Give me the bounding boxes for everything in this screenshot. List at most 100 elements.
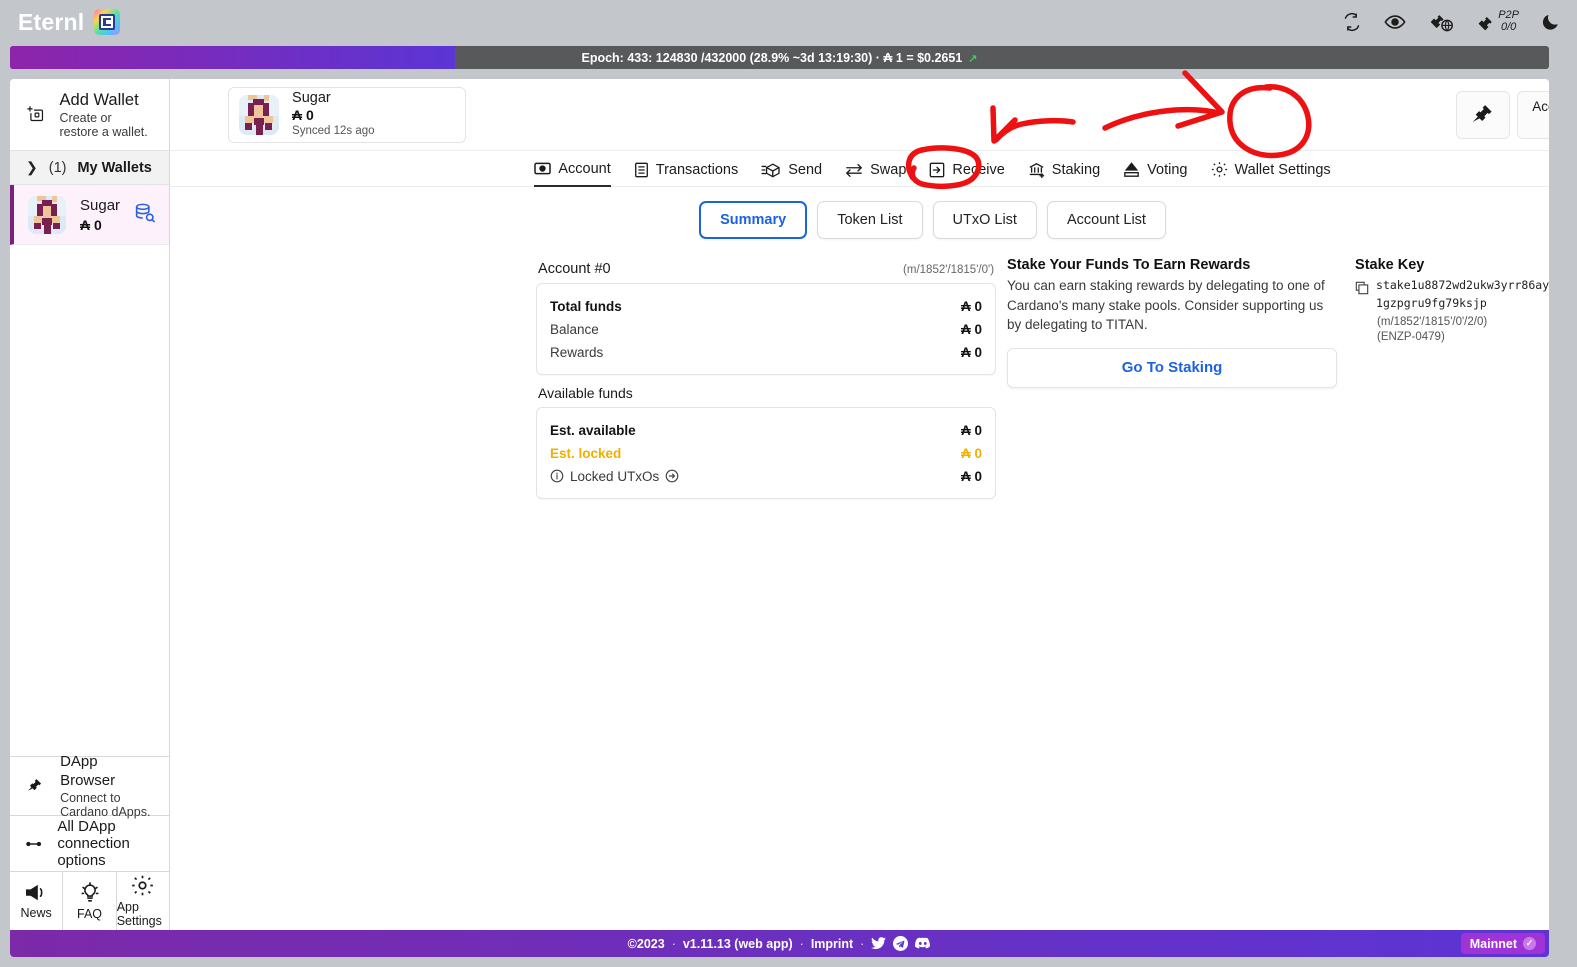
discord-icon[interactable] [915,937,931,950]
twitter-icon[interactable] [871,937,887,950]
rewards-value: ₳ 0 [961,344,983,360]
sidebar-tab-app-settings-label: App Settings [116,900,162,928]
my-wallets-count: (1) [48,159,67,176]
staking-promo-heading: Stake Your Funds To Earn Rewards [1007,257,1251,273]
add-wallet-icon [27,105,44,121]
subtab-summary[interactable]: Summary [699,201,808,239]
app-root: Eternl P2P 0/0 Epoch: 433: 124830 /43200… [0,0,1577,967]
main-nav: Account Transactions Send Swap Receive S… [170,151,1549,187]
dapp-browser-text: DApp Browser Connect to Cardano dApps. [60,753,153,820]
stake-key-value[interactable]: stake1u8872wd2ukw3yrr86ayftrxag69273y4fc… [1376,277,1549,313]
footer-sep-1: · [671,936,676,951]
est-available-row: Est. available ₳ 0 [550,420,982,440]
avatar [239,94,280,135]
nav-item-account[interactable]: Account [534,151,611,187]
footer-bar: ©2023 · v1.11.13 (web app) · Imprint · M… [10,930,1549,957]
stake-key-column: Stake Key stake1u8872wd2ukw3yrr86ayftrxa… [1355,257,1549,499]
eye-icon[interactable] [1384,11,1406,33]
gear-icon [1211,162,1227,177]
epoch-progress-bar[interactable]: Epoch: 433: 124830 /432000 (28.9% ~3d 13… [10,46,1549,69]
copy-icon [1355,281,1369,295]
account-selector-button[interactable]: Account #0 ₳ 0 [1517,90,1549,139]
staking-promo-body: You can earn staking rewards by delegati… [1007,278,1325,333]
sidebar-add-wallet[interactable]: Add Wallet Create or restore a wallet. [10,79,170,151]
dapp-connect-button[interactable] [1456,90,1511,139]
app-shell: Add Wallet Create or restore a wallet. ❯… [10,79,1549,930]
available-funds-label: Available funds [538,385,633,401]
megaphone-icon [26,884,43,900]
subtab-account-list[interactable]: Account List [1046,201,1166,239]
sidebar-tab-faq[interactable]: FAQ [63,872,117,930]
send-icon [761,162,780,177]
stake-key-short-id: (ENZP-0479) [1377,330,1445,343]
stake-key-heading: Stake Key [1355,257,1425,273]
est-available-label: Est. available [550,422,636,438]
sidebar-tab-news[interactable]: News [10,872,64,930]
gear-icon [132,875,154,896]
receive-icon [930,162,945,177]
nav-item-voting[interactable]: Voting [1123,151,1188,187]
check-icon: ✓ [1523,937,1536,950]
nav-item-receive[interactable]: Receive [929,151,1005,187]
connection-icon [26,841,42,846]
plug-icon [27,779,42,791]
add-wallet-subtitle: Create or restore a wallet. [59,111,148,140]
active-wallet-card[interactable]: Sugar ₳ 0 Synced 12s ago [228,86,467,143]
subtab-utxo-list[interactable]: UTxO List [932,201,1037,239]
wallet-db-icon[interactable] [134,202,155,228]
go-to-staking-button[interactable]: Go To Staking [1007,347,1338,388]
locked-utxos-row[interactable]: Locked UTxOs ₳ 0 [550,466,982,486]
main-header-actions: Account #0 ₳ 0 Buy ADA [1456,90,1549,139]
info-icon [550,469,564,483]
total-funds-label: Total funds [550,298,622,314]
stake-key-row: stake1u8872wd2ukw3yrr86ayftrxag69273y4fc… [1355,277,1549,313]
sidebar-tab-app-settings[interactable]: App Settings [117,872,169,930]
sync-icon[interactable] [1342,12,1362,32]
telegram-icon[interactable] [893,936,909,951]
sidebar-bottom-tabs: News FAQ App Settings [10,872,169,930]
sidebar-dapp-connection-options[interactable]: All DApp connection options [10,816,170,872]
total-funds-row: Total funds ₳ 0 [550,296,982,316]
sidebar-wallet-info: Sugar ₳ 0 [80,197,120,233]
sparkline-icon: ↗ [968,52,978,65]
footer-imprint-link[interactable]: Imprint [811,937,853,951]
sidebar-wallet-item-sugar[interactable]: Sugar ₳ 0 [10,185,170,245]
sidebar-my-wallets-header[interactable]: ❯ (1) My Wallets [10,151,170,185]
footer-sep-3: · [860,936,865,951]
nav-item-transactions[interactable]: Transactions [634,151,738,187]
my-wallets-label: My Wallets [77,159,152,176]
nav-item-staking[interactable]: Staking [1028,151,1100,187]
est-locked-label: Est. locked [550,445,622,461]
nav-item-staking-label: Staking [1051,161,1101,178]
network-badge-label: Mainnet [1469,936,1517,951]
subtab-token-list[interactable]: Token List [817,201,923,239]
main-panel: Sugar ₳ 0 Synced 12s ago Account #0 ₳ 0 [170,79,1549,930]
nav-item-send[interactable]: Send [761,151,822,187]
dark-mode-icon[interactable] [1541,12,1561,32]
nav-item-receive-label: Receive [952,161,1005,178]
nav-item-wallet-settings[interactable]: Wallet Settings [1211,151,1331,187]
top-bar-icons: P2P 0/0 [1342,10,1561,33]
sidebar-dapp-browser[interactable]: DApp Browser Connect to Cardano dApps. [10,753,170,819]
eternl-logo-icon [94,9,121,35]
sidebar: Add Wallet Create or restore a wallet. ❯… [10,79,171,930]
transactions-icon [634,162,648,177]
est-available-value: ₳ 0 [961,422,983,438]
p2p-icon[interactable]: P2P 0/0 [1476,10,1519,33]
main-header: Sugar ₳ 0 Synced 12s ago Account #0 ₳ 0 [170,79,1549,151]
chevron-right-icon: ❯ [26,159,38,175]
account-icon [534,162,552,175]
account-derivation-path: (m/1852'/1815'/0') [903,264,995,276]
nav-item-send-label: Send [788,161,823,178]
dapp-connection-label: All DApp connection options [57,818,130,869]
locked-utxos-value: ₳ 0 [961,468,983,484]
network-badge[interactable]: Mainnet ✓ [1460,933,1545,954]
add-wallet-text: Add Wallet Create or restore a wallet. [60,90,154,140]
nav-item-swap[interactable]: Swap [845,151,906,187]
est-locked-value: ₳ 0 [961,445,983,461]
dapp-globe-icon[interactable] [1428,11,1454,33]
plug-icon [1472,104,1492,122]
brand-name: Eternl [18,8,85,35]
footer-version: v1.11.13 (web app) [682,936,793,951]
footer-copyright: ©2023 [627,936,665,951]
